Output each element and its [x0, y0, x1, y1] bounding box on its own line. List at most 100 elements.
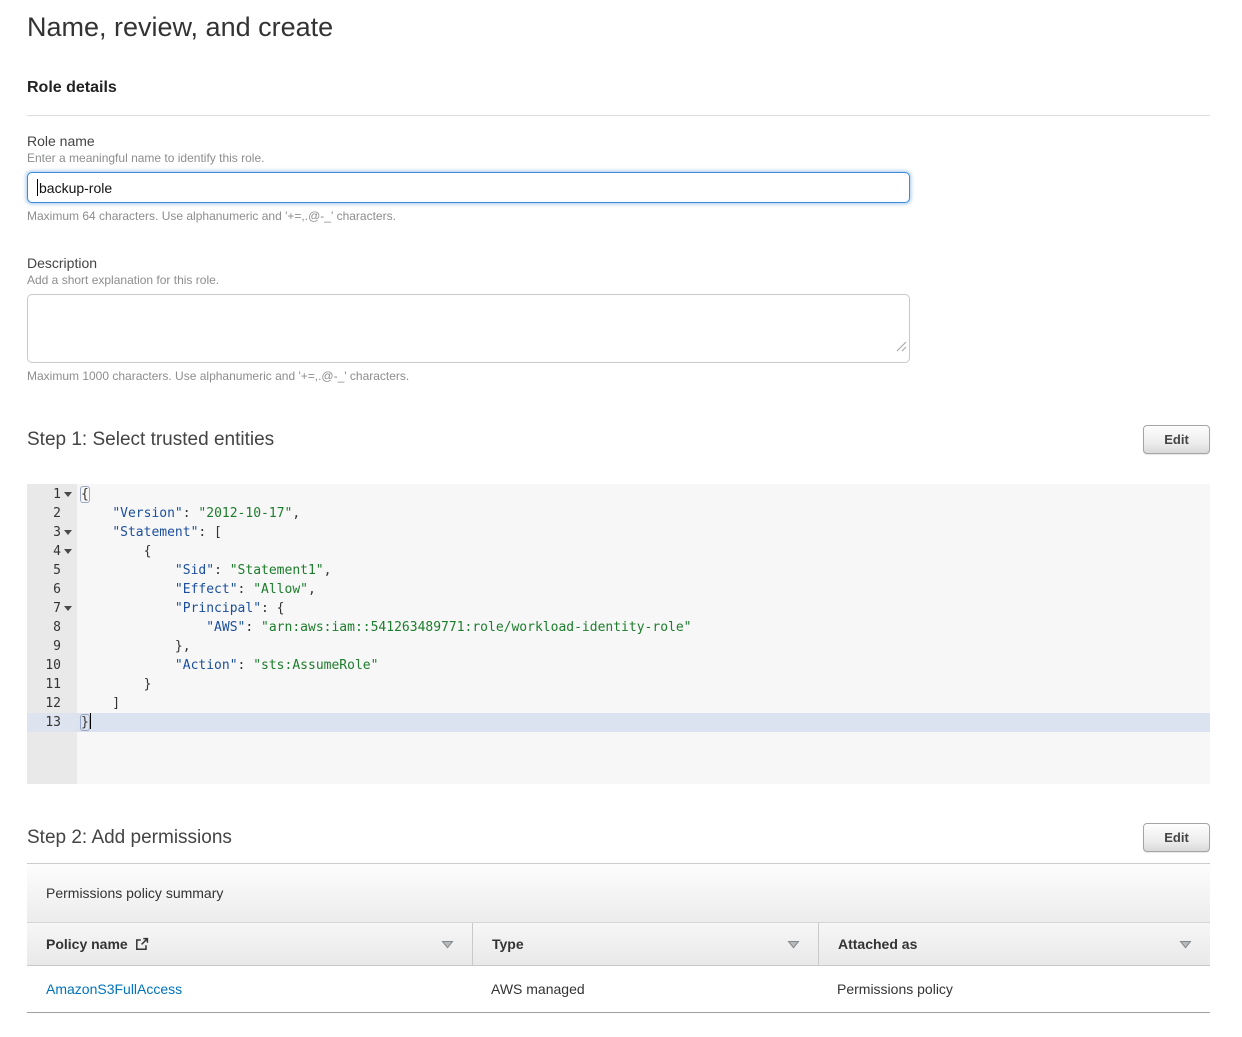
code-text: "AWS": "arn:aws:iam::541263489771:role/w…: [77, 618, 1210, 637]
gutter-line-6[interactable]: 6: [27, 580, 77, 599]
role-name-input[interactable]: [27, 172, 910, 203]
fold-toggle-icon[interactable]: [64, 606, 72, 611]
gutter-line-2[interactable]: 2: [27, 504, 77, 523]
gutter-line-3[interactable]: 3: [27, 523, 77, 542]
description-textarea[interactable]: [27, 294, 910, 363]
gutter-line-10[interactable]: 10: [27, 656, 77, 675]
code-line-1[interactable]: 1{: [27, 485, 1210, 504]
gutter-line-11[interactable]: 11: [27, 675, 77, 694]
code-line-10[interactable]: 10 "Action": "sts:AssumeRole": [27, 656, 1210, 675]
role-name-label: Role name: [27, 133, 1210, 149]
line-number: 13: [45, 713, 61, 732]
step1-header: Step 1: Select trusted entities Edit: [27, 425, 1210, 454]
line-number: 5: [53, 561, 61, 580]
fold-spacer: [64, 701, 72, 706]
fold-spacer: [64, 568, 72, 573]
description-constraint: Maximum 1000 characters. Use alphanumeri…: [27, 369, 1210, 383]
code-text: "Principal": {: [77, 599, 1210, 618]
gutter-line-13[interactable]: 13: [27, 713, 77, 732]
code-text: "Sid": "Statement1",: [77, 561, 1210, 580]
editor-text-cursor: [90, 713, 92, 729]
description-help: Add a short explanation for this role.: [27, 273, 1210, 287]
column-header-type[interactable]: Type: [472, 923, 818, 965]
edit-permissions-button[interactable]: Edit: [1143, 823, 1210, 852]
sort-filter-icon[interactable]: [441, 936, 454, 952]
fold-spacer: [64, 625, 72, 630]
fold-spacer: [64, 511, 72, 516]
line-number: 10: [45, 656, 61, 675]
page-title: Name, review, and create: [27, 12, 1210, 43]
policy-name-link[interactable]: AmazonS3FullAccess: [46, 981, 182, 997]
fold-toggle-icon[interactable]: [64, 530, 72, 535]
page: Name, review, and create Role details Ro…: [0, 12, 1242, 1013]
cell-type: AWS managed: [472, 981, 818, 997]
trust-policy-editor[interactable]: 1{2 "Version": "2012-10-17",3 "Statement…: [27, 484, 1210, 784]
sort-filter-icon[interactable]: [1179, 936, 1192, 952]
step2-title: Step 2: Add permissions: [27, 827, 232, 849]
line-number: 12: [45, 694, 61, 713]
column-label: Type: [492, 936, 524, 952]
code-text: }: [77, 713, 1210, 732]
code-line-11[interactable]: 11 }: [27, 675, 1210, 694]
code-line-7[interactable]: 7 "Principal": {: [27, 599, 1210, 618]
section-divider: [27, 115, 1210, 116]
role-name-help: Enter a meaningful name to identify this…: [27, 151, 1210, 165]
column-label: Attached as: [838, 936, 917, 952]
role-details-heading: Role details: [27, 79, 1210, 97]
code-line-8[interactable]: 8 "AWS": "arn:aws:iam::541263489771:role…: [27, 618, 1210, 637]
fold-toggle-icon[interactable]: [64, 549, 72, 554]
code-text: "Statement": [: [77, 523, 1210, 542]
permissions-panel-title: Permissions policy summary: [27, 864, 1210, 923]
code-line-3[interactable]: 3 "Statement": [: [27, 523, 1210, 542]
line-number: 9: [53, 637, 61, 656]
code-text: {: [77, 485, 1210, 504]
fold-spacer: [64, 682, 72, 687]
code-line-12[interactable]: 12 ]: [27, 694, 1210, 713]
code-line-2[interactable]: 2 "Version": "2012-10-17",: [27, 504, 1210, 523]
permissions-table-header: Policy name Type: [27, 923, 1210, 966]
gutter-line-1[interactable]: 1: [27, 485, 77, 504]
line-number: 7: [53, 599, 61, 618]
line-number: 3: [53, 523, 61, 542]
column-header-policy-name[interactable]: Policy name: [27, 923, 472, 965]
policy-table-row: AmazonS3FullAccess AWS managed Permissio…: [27, 966, 1210, 1013]
line-number: 4: [53, 542, 61, 561]
code-line-6[interactable]: 6 "Effect": "Allow",: [27, 580, 1210, 599]
gutter-line-12[interactable]: 12: [27, 694, 77, 713]
description-textarea-wrap: [27, 294, 910, 363]
code-line-5[interactable]: 5 "Sid": "Statement1",: [27, 561, 1210, 580]
text-caret: [37, 179, 38, 196]
column-header-attached-as[interactable]: Attached as: [818, 923, 1210, 965]
code-text: }: [77, 675, 1210, 694]
fold-toggle-icon[interactable]: [64, 492, 72, 497]
cell-attached-as: Permissions policy: [818, 981, 1210, 997]
gutter-line-8[interactable]: 8: [27, 618, 77, 637]
code-line-9[interactable]: 9 },: [27, 637, 1210, 656]
fold-spacer: [64, 663, 72, 668]
trust-policy-editor-lines: 1{2 "Version": "2012-10-17",3 "Statement…: [27, 484, 1210, 732]
line-number: 6: [53, 580, 61, 599]
code-line-4[interactable]: 4 {: [27, 542, 1210, 561]
code-text: {: [77, 542, 1210, 561]
role-name-constraint: Maximum 64 characters. Use alphanumeric …: [27, 209, 1210, 223]
permissions-panel: Permissions policy summary Policy name T: [27, 863, 1210, 1013]
fold-spacer: [64, 644, 72, 649]
line-number: 11: [45, 675, 61, 694]
code-text: ]: [77, 694, 1210, 713]
gutter-line-4[interactable]: 4: [27, 542, 77, 561]
fold-spacer: [64, 720, 72, 725]
code-text: "Version": "2012-10-17",: [77, 504, 1210, 523]
code-text: "Action": "sts:AssumeRole": [77, 656, 1210, 675]
sort-filter-icon[interactable]: [787, 936, 800, 952]
line-number: 1: [53, 485, 61, 504]
fold-spacer: [64, 587, 72, 592]
external-link-icon: [135, 937, 149, 951]
line-number: 2: [53, 504, 61, 523]
edit-trusted-entities-button[interactable]: Edit: [1143, 425, 1210, 454]
gutter-line-7[interactable]: 7: [27, 599, 77, 618]
gutter-line-5[interactable]: 5: [27, 561, 77, 580]
code-line-13[interactable]: 13}: [27, 713, 1210, 732]
role-name-input-wrap: [27, 172, 910, 203]
cell-policy-name: AmazonS3FullAccess: [27, 981, 472, 997]
gutter-line-9[interactable]: 9: [27, 637, 77, 656]
